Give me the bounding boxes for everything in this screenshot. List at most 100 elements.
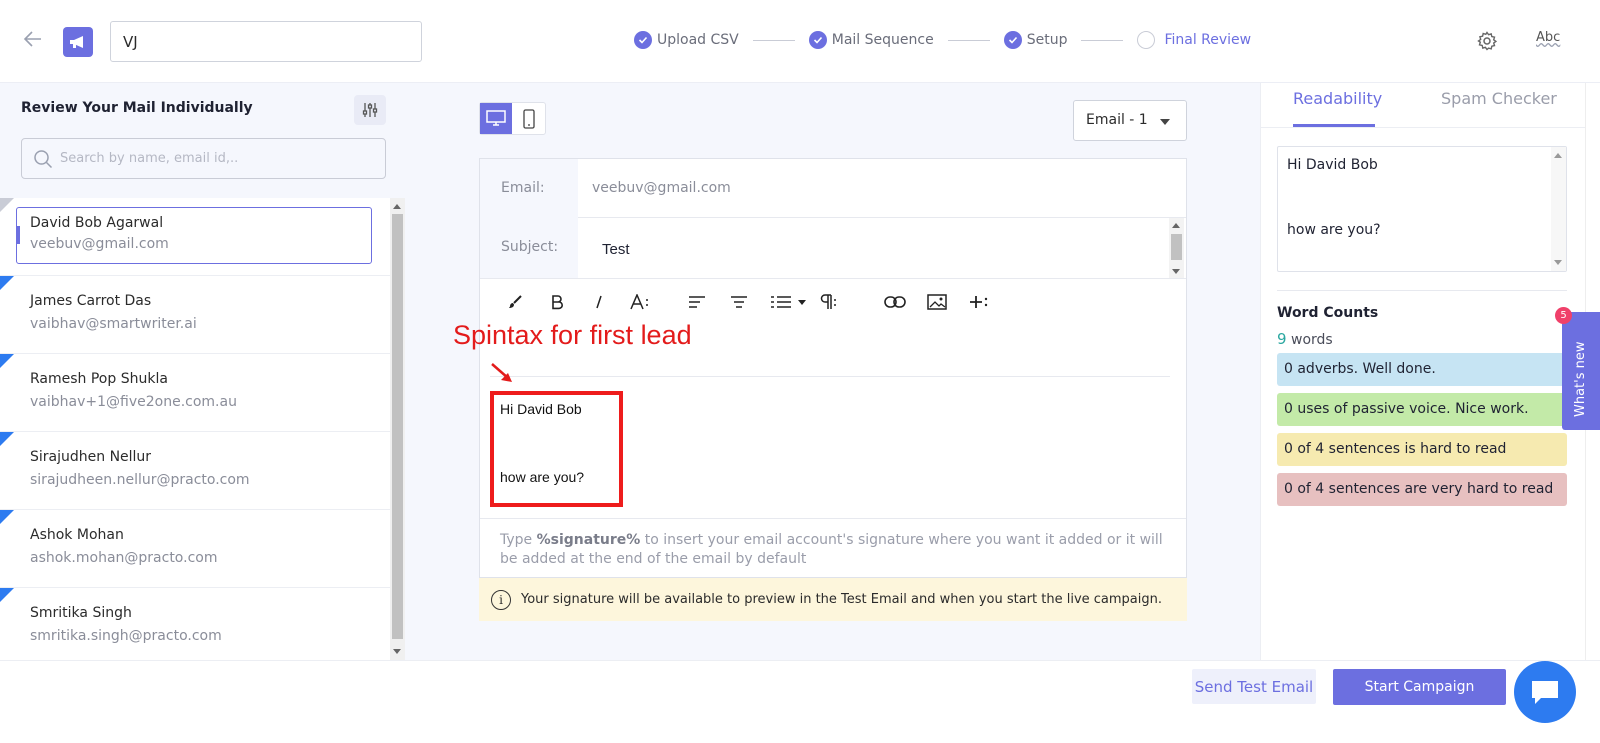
lead-review-panel: Review Your Mail Individually David Bob … xyxy=(0,83,408,660)
step-label: Mail Sequence xyxy=(831,32,934,48)
step-connector xyxy=(947,39,990,41)
font-size-icon[interactable] xyxy=(626,287,656,317)
lead-list: David Bob Agarwal veebuv@gmail.com James… xyxy=(0,198,390,660)
lead-name: Smritika Singh xyxy=(30,605,132,621)
whats-new-tab[interactable]: What's new xyxy=(1562,312,1600,430)
list-item[interactable]: James Carrot Das vaibhav@smartwriter.ai xyxy=(0,276,390,354)
italic-icon[interactable] xyxy=(584,287,614,317)
scroll-up-icon[interactable] xyxy=(1172,223,1180,228)
tab-spam-checker[interactable]: Spam Checker xyxy=(1441,89,1557,108)
scroll-down-icon[interactable] xyxy=(393,649,401,654)
align-left-icon[interactable] xyxy=(682,287,712,317)
bold-icon[interactable] xyxy=(542,287,572,317)
link-icon[interactable] xyxy=(880,287,910,317)
list-item[interactable]: Ramesh Pop Shukla vaibhav+1@five2one.com… xyxy=(0,354,390,432)
lead-email: veebuv@gmail.com xyxy=(30,236,169,252)
scroll-up-icon[interactable] xyxy=(1554,153,1562,158)
scroll-down-icon[interactable] xyxy=(1554,260,1562,265)
word-counts-title: Word Counts xyxy=(1277,305,1379,321)
step-label: Upload CSV xyxy=(657,32,739,48)
campaign-name-input[interactable] xyxy=(110,21,422,62)
lead-marker xyxy=(0,432,14,446)
subject-scrollbar[interactable] xyxy=(1169,218,1184,278)
scroll-up-icon[interactable] xyxy=(393,204,401,209)
lead-marker xyxy=(0,198,14,212)
align-center-icon[interactable] xyxy=(724,287,754,317)
caret-down-icon[interactable] xyxy=(796,287,808,317)
lead-marker xyxy=(0,588,14,602)
paragraph-icon[interactable] xyxy=(814,287,844,317)
list-item[interactable]: Ashok Mohan ashok.mohan@practo.com xyxy=(0,510,390,588)
lead-email: vaibhav@smartwriter.ai xyxy=(30,316,197,332)
back-arrow-icon[interactable] xyxy=(22,28,46,52)
email-step-select[interactable]: Email - 1 xyxy=(1073,100,1187,141)
scroll-thumb[interactable] xyxy=(1171,234,1182,260)
chat-bubble-icon[interactable] xyxy=(1514,661,1576,723)
active-tab-indicator xyxy=(1293,124,1375,127)
lead-email: vaibhav+1@five2one.com.au xyxy=(30,394,237,410)
step-mail-sequence[interactable]: Mail Sequence xyxy=(808,31,934,49)
start-campaign-button[interactable]: Start Campaign xyxy=(1333,669,1506,705)
scroll-down-icon[interactable] xyxy=(1172,269,1180,274)
filter-sliders-icon[interactable] xyxy=(354,95,386,125)
step-label: Final Review xyxy=(1164,32,1252,48)
check-icon xyxy=(808,31,827,49)
panel-title: Review Your Mail Individually xyxy=(21,100,253,116)
step-upload-csv[interactable]: Upload CSV xyxy=(634,31,739,49)
email-label: Email: xyxy=(480,159,578,217)
check-icon xyxy=(1003,31,1022,49)
list-item[interactable]: Smritika Singh smritika.singh@practo.com xyxy=(0,588,390,660)
step-setup[interactable]: Setup xyxy=(1003,31,1068,49)
list-item[interactable]: David Bob Agarwal veebuv@gmail.com xyxy=(0,198,390,276)
lead-list-scrollbar[interactable] xyxy=(390,198,405,660)
lead-email: smritika.singh@practo.com xyxy=(30,628,222,644)
step-final-review[interactable]: Final Review xyxy=(1137,31,1251,49)
preview-line: how are you? xyxy=(1287,222,1381,238)
preview-scrollbar[interactable] xyxy=(1551,147,1566,271)
annotation-arrow-icon xyxy=(490,361,516,389)
lead-name: Ashok Mohan xyxy=(30,527,124,543)
hard-to-read-status: 0 of 4 sentences is hard to read xyxy=(1277,433,1567,466)
step-label: Setup xyxy=(1026,32,1068,48)
footer-bar: Send Test Email Start Campaign xyxy=(0,660,1600,743)
caret-down-icon xyxy=(1160,119,1170,125)
lead-name: James Carrot Das xyxy=(30,293,152,309)
selected-lead-card[interactable]: David Bob Agarwal veebuv@gmail.com xyxy=(16,207,372,264)
readability-preview[interactable]: Hi David Bob how are you? xyxy=(1277,146,1567,272)
insert-more-icon[interactable] xyxy=(964,287,994,317)
check-icon xyxy=(634,31,652,49)
word-count-number: 9 xyxy=(1277,330,1287,348)
whats-new-label: What's new xyxy=(1573,341,1588,417)
numbered-list-icon[interactable] xyxy=(766,287,796,317)
whats-new-badge: 5 xyxy=(1555,307,1572,324)
tab-readability[interactable]: Readability xyxy=(1293,89,1382,108)
signature-notice: i Your signature will be available to pr… xyxy=(479,578,1187,621)
scroll-thumb[interactable] xyxy=(392,214,403,639)
selection-bar xyxy=(16,226,20,244)
spellcheck-abc-button[interactable]: Abc xyxy=(1536,30,1560,45)
editor-toolbar xyxy=(500,287,994,317)
lead-marker xyxy=(0,354,14,368)
desktop-view-icon[interactable] xyxy=(480,103,512,134)
readability-panel: Readability Spam Checker Hi David Bob ho… xyxy=(1260,83,1586,660)
mobile-view-icon[interactable] xyxy=(512,103,545,134)
subject-field[interactable]: Test xyxy=(602,241,630,258)
list-item[interactable]: Sirajudhen Nellur sirajudheen.nellur@pra… xyxy=(0,432,390,510)
format-painter-icon[interactable] xyxy=(500,287,530,317)
image-icon[interactable] xyxy=(922,287,952,317)
email-value: veebuv@gmail.com xyxy=(592,180,731,196)
adverbs-status: 0 adverbs. Well done. xyxy=(1277,353,1567,386)
progress-steps: Upload CSV Mail Sequence Setup Final Rev… xyxy=(634,31,1251,49)
email-step-value: Email - 1 xyxy=(1086,112,1148,128)
gear-icon[interactable] xyxy=(1476,30,1498,52)
search-input[interactable] xyxy=(60,139,380,178)
hint-text: Type xyxy=(500,532,537,548)
subject-label: Subject: xyxy=(480,217,578,278)
send-test-email-button[interactable]: Send Test Email xyxy=(1192,669,1316,704)
step-connector xyxy=(752,39,795,41)
search-icon xyxy=(33,149,53,173)
signature-token: %signature% xyxy=(536,532,641,548)
email-body-line[interactable]: Hi David Bob xyxy=(500,401,582,417)
email-body-line[interactable]: how are you? xyxy=(500,469,584,485)
email-preview-area: Email - 1 Email: veebuv@gmail.com Subjec… xyxy=(408,83,1260,660)
